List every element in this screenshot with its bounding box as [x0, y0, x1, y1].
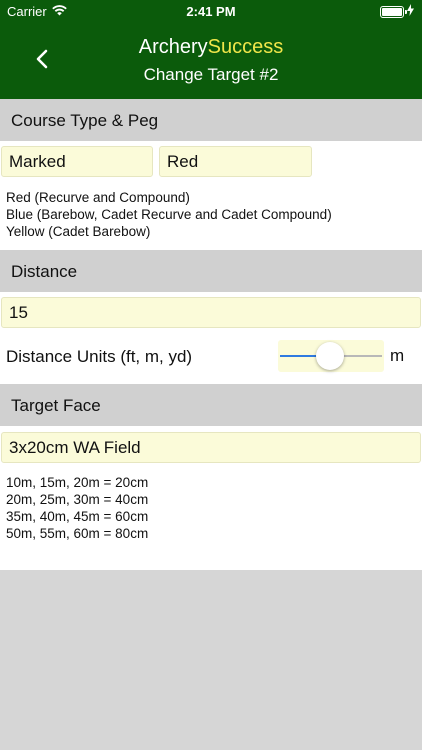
battery-indicator	[380, 4, 414, 19]
target-face-field[interactable]: 3x20cm WA Field	[1, 432, 421, 463]
app-title-part1: Archery	[138, 36, 208, 58]
page-subtitle: Change Target #2	[143, 65, 279, 84]
course-section-header: Course Type & Peg	[0, 99, 422, 141]
peg-field[interactable]: Red	[159, 146, 312, 177]
target-face-note: 20m, 25m, 30m = 40cm	[6, 492, 149, 507]
status-time: 2:41 PM	[186, 4, 236, 19]
charging-icon	[407, 4, 414, 19]
battery-icon	[380, 5, 407, 18]
slider-thumb[interactable]	[316, 342, 344, 370]
distance-units-label: Distance Units (ft, m, yd)	[6, 347, 193, 366]
distance-units-slider[interactable]	[278, 340, 384, 372]
status-bar: Carrier 2:41 PM	[0, 0, 422, 22]
target-face-section-header: Target Face	[0, 384, 422, 426]
app-title: ArcherySuccess	[0, 36, 422, 59]
target-face-note: 10m, 15m, 20m = 20cm	[6, 475, 149, 490]
target-face-note: 50m, 55m, 60m = 80cm	[6, 526, 149, 541]
target-face-section: 3x20cm WA Field 10m, 15m, 20m = 20cm 20m…	[0, 426, 422, 570]
target-face-note: 35m, 40m, 45m = 60cm	[6, 509, 149, 524]
peg-note-red: Red (Recurve and Compound)	[6, 190, 190, 205]
distance-field[interactable]: 15	[1, 297, 421, 328]
course-type-field[interactable]: Marked	[1, 146, 153, 177]
nav-header: Carrier 2:41 PM ArcherySuccess Change Ta…	[0, 0, 422, 99]
distance-unit-value: m	[390, 346, 405, 365]
app-title-part2: Success	[207, 36, 284, 58]
peg-note-yellow: Yellow (Cadet Barebow)	[6, 224, 151, 239]
distance-section-header: Distance	[0, 250, 422, 292]
peg-note-blue: Blue (Barebow, Cadet Recurve and Cadet C…	[6, 207, 332, 222]
course-section: Marked Red Red (Recurve and Compound) Bl…	[0, 141, 422, 250]
